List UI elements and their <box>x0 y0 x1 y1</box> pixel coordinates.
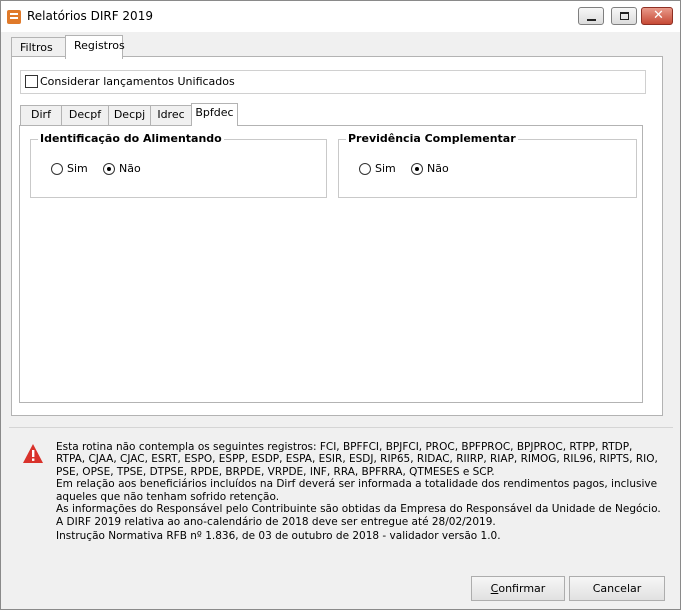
window-title: Relatórios DIRF 2019 <box>27 9 153 23</box>
info-line: Esta rotina não contempla os seguintes r… <box>56 441 658 478</box>
confirmar-label: onfirmar <box>498 582 546 595</box>
close-icon: ✕ <box>653 8 664 23</box>
alimentando-nao-radio[interactable] <box>103 163 115 175</box>
previdencia-nao-label[interactable]: Não <box>427 162 449 175</box>
group-title: Previdência Complementar <box>346 132 518 145</box>
tab-registros[interactable]: Registros <box>65 35 125 59</box>
info-line: Instrução Normativa RFB nº 1.836, de 03 … <box>56 529 501 542</box>
close-button[interactable]: ✕ <box>641 7 673 25</box>
divider <box>9 427 673 428</box>
app-icon <box>7 10 21 24</box>
subtab-decpf[interactable]: Decpf <box>61 105 109 125</box>
minimize-icon <box>587 19 596 21</box>
confirmar-button[interactable]: Confirmar <box>471 576 565 601</box>
warning-icon <box>23 444 43 463</box>
info-line: A DIRF 2019 relativa ao ano-calendário d… <box>56 516 496 529</box>
subtab-dirf[interactable]: Dirf <box>20 105 62 125</box>
subtab-decpj[interactable]: Decpj <box>108 105 151 125</box>
minimize-button[interactable] <box>578 7 604 25</box>
alimentando-sim-radio[interactable] <box>51 163 63 175</box>
previdencia-nao-radio[interactable] <box>411 163 423 175</box>
subtab-idrec[interactable]: Idrec <box>150 105 192 125</box>
maximize-button[interactable] <box>611 7 637 25</box>
bpfdec-panel: Identificação do Alimentando Sim Não Pre… <box>19 125 643 403</box>
previdencia-sim-label[interactable]: Sim <box>375 162 396 175</box>
info-area: Esta rotina não contempla os seguintes r… <box>11 433 672 563</box>
previdencia-sim-radio[interactable] <box>359 163 371 175</box>
unificados-label[interactable]: Considerar lançamentos Unificados <box>40 75 235 88</box>
alimentando-nao-label[interactable]: Não <box>119 162 141 175</box>
alimentando-sim-label[interactable]: Sim <box>67 162 88 175</box>
group-previdencia-complementar: Previdência Complementar Sim Não <box>338 132 637 198</box>
group-title: Identificação do Alimentando <box>38 132 224 145</box>
info-line: As informações do Responsável pelo Contr… <box>56 503 661 516</box>
group-identificacao-alimentando: Identificação do Alimentando Sim Não <box>30 132 327 198</box>
unificados-checkbox[interactable] <box>25 75 38 88</box>
dirf-report-window: Relatórios DIRF 2019 ✕ Filtros Registros… <box>0 0 681 610</box>
maximize-icon <box>620 12 629 20</box>
cancelar-button[interactable]: Cancelar <box>569 576 665 601</box>
title-bar[interactable]: Relatórios DIRF 2019 ✕ <box>1 1 680 32</box>
info-text: Esta rotina não contempla os seguintes r… <box>56 441 662 542</box>
unificados-option: Considerar lançamentos Unificados <box>20 70 646 94</box>
info-line: Em relação aos beneficiários incluídos n… <box>56 478 658 503</box>
subtab-bpfdec[interactable]: Bpfdec <box>191 103 238 126</box>
